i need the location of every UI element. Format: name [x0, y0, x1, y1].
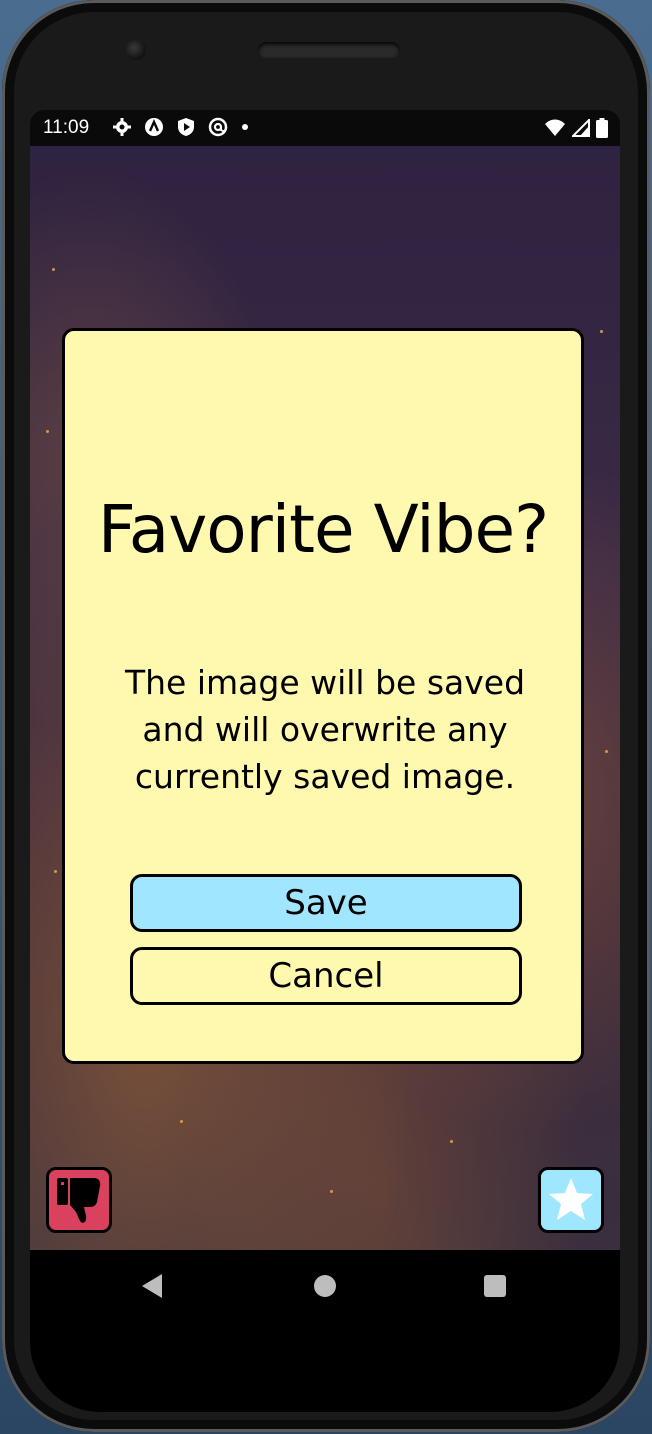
- dialog-message: The image will be saved and will overwri…: [124, 663, 526, 796]
- system-icons: [544, 118, 608, 138]
- battery-icon: [596, 118, 608, 138]
- background-sparkle: [605, 750, 608, 753]
- navigation-bar: [30, 1250, 620, 1322]
- status-bar: 11:09: [30, 110, 620, 146]
- play-shield-icon: [178, 118, 194, 136]
- save-button[interactable]: Save: [130, 874, 522, 932]
- app-a-icon: [145, 118, 163, 136]
- background-sparkle: [450, 1140, 453, 1143]
- background-sparkle: [54, 870, 57, 873]
- background-sparkle: [600, 330, 603, 333]
- home-circle-icon[interactable]: [314, 1275, 336, 1297]
- cell-signal-icon: [572, 119, 590, 137]
- cancel-button[interactable]: Cancel: [130, 947, 522, 1005]
- star-icon: [549, 1178, 593, 1220]
- background-sparkle: [52, 268, 55, 271]
- dialog-title: Favorite Vibe?: [97, 491, 549, 568]
- favorite-button[interactable]: [538, 1167, 604, 1233]
- thumbs-down-icon: [57, 1178, 101, 1223]
- earpiece-speaker: [258, 42, 400, 58]
- favorite-dialog: Favorite Vibe? The image will be saved a…: [62, 328, 584, 1064]
- front-camera: [126, 40, 146, 60]
- background-sparkle: [46, 430, 49, 433]
- notification-dot: [242, 124, 248, 130]
- status-time: 11:09: [43, 117, 90, 138]
- background-sparkle: [180, 1120, 183, 1123]
- app-screen: 11:09 Favorite Vibe? The image will be s…: [30, 110, 620, 1250]
- recents-square-icon[interactable]: [484, 1275, 506, 1297]
- background-sparkle: [330, 1190, 333, 1193]
- phone-chin: [30, 1322, 620, 1412]
- at-sign-icon: [208, 117, 228, 137]
- dislike-button[interactable]: [46, 1167, 112, 1233]
- gear-icon: [113, 118, 131, 136]
- back-triangle-icon[interactable]: [142, 1274, 162, 1298]
- notification-icons: [112, 117, 248, 137]
- device-background: 11:09 Favorite Vibe? The image will be s…: [0, 0, 652, 1434]
- wifi-icon: [545, 119, 565, 136]
